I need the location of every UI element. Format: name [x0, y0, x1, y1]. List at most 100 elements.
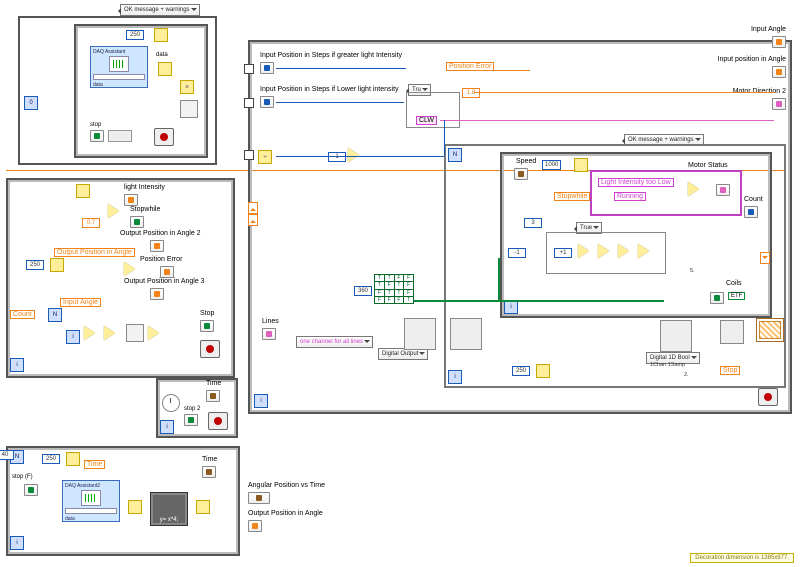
tf-cell: T	[404, 297, 413, 303]
out-pos-angle-label-bottom: Output Position in Angle	[248, 510, 323, 517]
const-neg1: -1	[508, 248, 526, 258]
daqmx-stop-vi[interactable]	[720, 320, 744, 344]
stopwhile-label-left: Stopwhile	[130, 206, 160, 213]
speed-label: Speed	[516, 158, 536, 165]
daq1-out-bar	[93, 74, 145, 80]
wire	[414, 300, 664, 302]
const-40: 40	[0, 450, 14, 460]
input-angle-local: Input Angle	[60, 298, 101, 307]
const-0p7: 0.7	[82, 218, 100, 228]
out-pos-angle3-label: Output Position in Angle 3	[124, 278, 205, 285]
loop-stop-cond-daq1	[154, 128, 174, 146]
wait-const-250-top: 250	[126, 30, 144, 40]
tf-cell: F	[404, 290, 413, 296]
out-pos-angle-term-bottom	[248, 520, 262, 532]
count-term	[744, 206, 758, 218]
stop2-label: stop 2	[184, 406, 200, 412]
error-handler-vi[interactable]	[756, 318, 784, 342]
daq-assistant-1[interactable]: DAQ Assistant data	[90, 46, 148, 88]
wire	[460, 70, 530, 71]
wire	[498, 258, 500, 302]
tf-cell: T	[385, 290, 394, 296]
wire	[474, 92, 774, 93]
tf-cell: F	[375, 297, 384, 303]
daqmx-create-channel-vi[interactable]	[404, 318, 436, 350]
coils-term	[710, 292, 724, 304]
lines-term	[262, 328, 276, 340]
inner-tri4	[638, 244, 649, 258]
input-pos-angle-label: Input position in Angle	[718, 56, 787, 63]
inner-tri1	[578, 244, 589, 258]
stopwhile-term-left	[130, 216, 144, 228]
count-label: Count	[744, 196, 763, 203]
in-pos-greater-label: Input Position in Steps if greater light…	[260, 52, 402, 59]
daq2-icon	[81, 490, 101, 506]
loop-n-terminal: 0	[24, 96, 38, 110]
tf-cell: F	[385, 297, 394, 303]
loop-i-for-inner: i	[448, 370, 462, 384]
error-handler-dropdown-top[interactable]: OK message + warnings	[120, 4, 200, 16]
running-txt: Running	[614, 192, 646, 201]
const-1-mid: 1	[328, 152, 346, 162]
shiftreg-left-top	[248, 202, 258, 214]
daqmx-write-vi[interactable]	[660, 320, 692, 352]
loop-n-left: N	[48, 308, 62, 322]
motor-status-term	[716, 184, 730, 196]
latch-ring-daq1	[108, 130, 132, 142]
loop-i-time: i	[160, 420, 174, 434]
one-channel-dropdown[interactable]: one channel for all lines	[296, 336, 373, 348]
input-angle-term	[772, 36, 786, 48]
index-node-left	[76, 184, 90, 198]
loop-i-bottom: i	[10, 536, 24, 550]
motor-dir2-term	[772, 98, 786, 110]
tf-cell: F	[395, 275, 404, 281]
formula-node: y= x*4;	[150, 492, 188, 526]
const-5: 5.	[690, 268, 695, 274]
subtract-tri	[124, 262, 135, 276]
inc-tri	[84, 326, 95, 340]
out-pos-angle2-label: Output Position in Angle 2	[120, 230, 201, 237]
bool-grid: TTFF TFTF FTTF FFFT	[374, 274, 414, 304]
mul-tri2	[104, 326, 115, 340]
stop-label-left: Stop	[200, 310, 214, 317]
tf-cell: T	[375, 275, 384, 281]
wait-const-250-bottom: 250	[42, 454, 60, 464]
for-n-inner: N	[448, 148, 462, 162]
inner-plus1: +1	[554, 248, 572, 258]
light-intensity-term	[124, 194, 138, 206]
apvst-term	[248, 492, 270, 504]
loop-stop-cond-left	[200, 340, 220, 358]
out-pos-angle-local: Output Position in Angle	[54, 248, 135, 257]
daq-assistant-2[interactable]: DAQ Assistant2 data	[62, 480, 120, 522]
tf-cell: T	[375, 282, 384, 288]
tf-cell: T	[385, 275, 394, 281]
wire	[276, 68, 406, 69]
wait-ms-node-right	[536, 364, 550, 378]
const-2-dot: 2.	[684, 372, 689, 378]
footer-note: Decoration dimension is 1385x977.	[690, 553, 794, 563]
clock-icon	[162, 394, 180, 412]
stop-label-daq1: stop	[90, 122, 101, 128]
loop-i-right-outer: i	[254, 394, 268, 408]
wait-ms-node-bottom	[66, 452, 80, 466]
stop2-term	[184, 414, 198, 426]
daq2-out-bar	[65, 508, 117, 514]
pos-error-term-left	[160, 266, 174, 278]
time-ind-label-bottom: Time	[202, 456, 217, 463]
time-local-bottom: Time	[84, 460, 105, 469]
convert-dynamic-2	[128, 500, 142, 514]
out-pos-angle3-term	[150, 288, 164, 300]
wire	[276, 102, 404, 103]
motor-status-label: Motor Status	[688, 162, 728, 169]
daq1-side-label: data	[156, 52, 168, 58]
tf-cell: F	[385, 282, 394, 288]
pos-error-label-left: Position Error	[140, 256, 182, 263]
dig1d-line2: 1Chan 1Samp	[650, 362, 685, 368]
inner-tri3	[618, 244, 629, 258]
out-pos-angle2-term	[150, 240, 164, 252]
clw-label: CLW	[416, 116, 437, 125]
wait-const-250-right: 250	[512, 366, 530, 376]
speed-term	[514, 168, 528, 180]
daqmx-start-vi[interactable]	[450, 318, 482, 350]
convert-dynamic-node	[158, 62, 172, 76]
